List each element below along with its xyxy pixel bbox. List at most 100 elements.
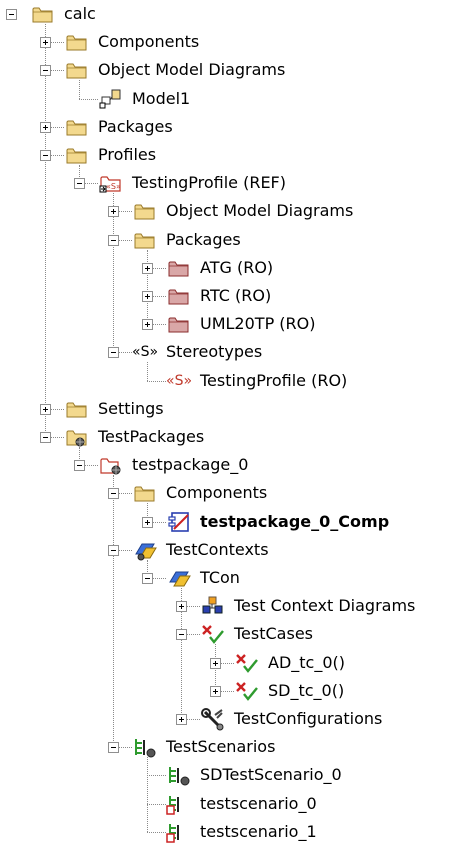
- tree-node-label[interactable]: AD_tc_0(): [268, 651, 345, 675]
- tree-node-label[interactable]: testscenario_0: [200, 792, 317, 816]
- tree-node-label[interactable]: UML20TP (RO): [200, 312, 316, 336]
- tree-node[interactable]: Packages: [0, 115, 450, 139]
- tree-node-label[interactable]: Packages: [98, 115, 173, 139]
- tree-node-label[interactable]: ATG (RO): [200, 256, 273, 280]
- tree-node-label[interactable]: TestingProfile (REF): [132, 171, 286, 195]
- tree-node[interactable]: testscenario_0: [0, 792, 450, 816]
- tree-node[interactable]: Components: [0, 30, 450, 54]
- tree-node[interactable]: UML20TP (RO): [0, 312, 450, 336]
- tree-node-label[interactable]: SDTestScenario_0: [200, 763, 342, 787]
- sd-test-scenario-icon-graphic: [169, 767, 190, 786]
- tree-node[interactable]: SDTestScenario_0: [0, 763, 450, 787]
- expand-plus-icon[interactable]: [176, 714, 187, 725]
- tree-node[interactable]: «S» Stereotypes: [0, 340, 450, 364]
- tree-node-label[interactable]: Components: [166, 481, 267, 505]
- tree-node-label[interactable]: testpackage_0: [132, 453, 248, 477]
- tree-node-label[interactable]: TestingProfile (RO): [200, 369, 347, 393]
- tree-node[interactable]: TestConfigurations: [0, 707, 450, 731]
- test-context-diagram-icon-graphic: [202, 596, 223, 614]
- profile-ref-icon-graphic: «S»: [99, 176, 121, 193]
- tree-node-label[interactable]: Stereotypes: [166, 340, 262, 364]
- tree-node-label[interactable]: SD_tc_0(): [268, 679, 344, 703]
- test-scenarios-icon: [132, 735, 158, 759]
- collapse-minus-icon[interactable]: [142, 573, 153, 584]
- folder-icon: [132, 228, 158, 252]
- collapse-minus-icon[interactable]: [6, 9, 17, 20]
- tree-node-label[interactable]: calc: [64, 2, 96, 26]
- project-tree: calc Components Object Model Diagrams Model…: [0, 0, 450, 858]
- expand-plus-icon[interactable]: [142, 291, 153, 302]
- folder-icon-graphic: [66, 120, 87, 136]
- collapse-minus-icon[interactable]: [108, 488, 119, 500]
- test-contexts-icon: [132, 538, 158, 562]
- expand-plus-icon[interactable]: [142, 262, 153, 274]
- tree-node[interactable]: Packages: [0, 228, 450, 252]
- collapse-minus-icon[interactable]: [108, 347, 119, 359]
- tree-node[interactable]: TestContexts: [0, 538, 450, 562]
- tree-node-label[interactable]: Object Model Diagrams: [166, 199, 353, 223]
- object-model-diagram-icon: [98, 87, 124, 111]
- collapse-minus-icon[interactable]: [74, 460, 85, 472]
- tree-node[interactable]: Object Model Diagrams: [0, 199, 450, 223]
- expand-plus-icon[interactable]: [40, 37, 51, 49]
- expand-plus-icon[interactable]: [142, 319, 153, 331]
- test-configurations-icon: [200, 707, 226, 731]
- tree-node[interactable]: Object Model Diagrams: [0, 58, 450, 82]
- tree-node[interactable]: testscenario_1: [0, 820, 450, 844]
- test-configurations-icon-graphic: [201, 708, 224, 731]
- tree-node[interactable]: AD_tc_0(): [0, 651, 450, 675]
- tree-node[interactable]: Components: [0, 481, 450, 505]
- expand-plus-icon[interactable]: [40, 121, 51, 133]
- collapse-minus-icon[interactable]: [40, 150, 51, 161]
- tree-node-label[interactable]: Packages: [166, 228, 241, 252]
- collapse-minus-icon[interactable]: [40, 65, 51, 77]
- expand-plus-icon[interactable]: [142, 516, 153, 528]
- profile-ref-icon: «S»: [98, 171, 124, 195]
- tree-node[interactable]: Model1: [0, 87, 450, 111]
- tree-node-label[interactable]: Test Context Diagrams: [234, 594, 415, 618]
- tree-node-label[interactable]: testpackage_0_Comp: [200, 510, 389, 534]
- tree-node-label[interactable]: TCon: [200, 566, 240, 590]
- tree-node-label[interactable]: Object Model Diagrams: [98, 58, 285, 82]
- collapse-minus-icon[interactable]: [74, 178, 85, 190]
- test-scenario-icon-graphic: [166, 795, 179, 815]
- tree-node[interactable]: calc: [0, 2, 450, 26]
- tree-node-label[interactable]: TestCases: [234, 622, 313, 646]
- expand-plus-icon[interactable]: [40, 403, 51, 415]
- collapse-minus-icon[interactable]: [40, 432, 51, 443]
- collapse-minus-icon[interactable]: [176, 629, 187, 641]
- tree-node[interactable]: TestCases: [0, 622, 450, 646]
- tree-node-label[interactable]: TestConfigurations: [234, 707, 382, 731]
- tree-node[interactable]: TestPackages: [0, 425, 450, 449]
- tree-node-label[interactable]: Model1: [132, 87, 190, 111]
- tree-node-label[interactable]: TestPackages: [98, 425, 204, 449]
- tree-node-label[interactable]: Profiles: [98, 143, 156, 167]
- expand-plus-icon[interactable]: [210, 657, 221, 669]
- expand-plus-icon[interactable]: [210, 685, 221, 697]
- tree-node[interactable]: testpackage_0_Comp: [0, 510, 450, 534]
- tree-node[interactable]: Profiles: [0, 143, 450, 167]
- expand-plus-icon[interactable]: [176, 601, 187, 613]
- tree-node[interactable]: testpackage_0: [0, 453, 450, 477]
- tree-node[interactable]: «S» TestingProfile (RO): [0, 369, 450, 393]
- test-case-icon: [234, 679, 260, 703]
- collapse-minus-icon[interactable]: [108, 234, 119, 246]
- tree-node-label[interactable]: TestScenarios: [166, 735, 275, 759]
- tree-node[interactable]: TCon: [0, 566, 450, 590]
- tree-node[interactable]: Test Context Diagrams: [0, 594, 450, 618]
- tree-node[interactable]: TestScenarios: [0, 735, 450, 759]
- folder-icon-graphic: [134, 204, 155, 220]
- tree-node-label[interactable]: Components: [98, 30, 199, 54]
- tree-node[interactable]: «S» TestingProfile (REF): [0, 171, 450, 195]
- tree-node[interactable]: RTC (RO): [0, 284, 450, 308]
- collapse-minus-icon[interactable]: [108, 742, 119, 754]
- tree-node-label[interactable]: TestContexts: [166, 538, 269, 562]
- expand-plus-icon[interactable]: [108, 206, 119, 218]
- tree-node[interactable]: ATG (RO): [0, 256, 450, 280]
- tree-node-label[interactable]: Settings: [98, 397, 164, 421]
- collapse-minus-icon[interactable]: [108, 544, 119, 556]
- tree-node-label[interactable]: RTC (RO): [200, 284, 271, 308]
- tree-node[interactable]: Settings: [0, 397, 450, 421]
- tree-node[interactable]: SD_tc_0(): [0, 679, 450, 703]
- tree-node-label[interactable]: testscenario_1: [200, 820, 317, 844]
